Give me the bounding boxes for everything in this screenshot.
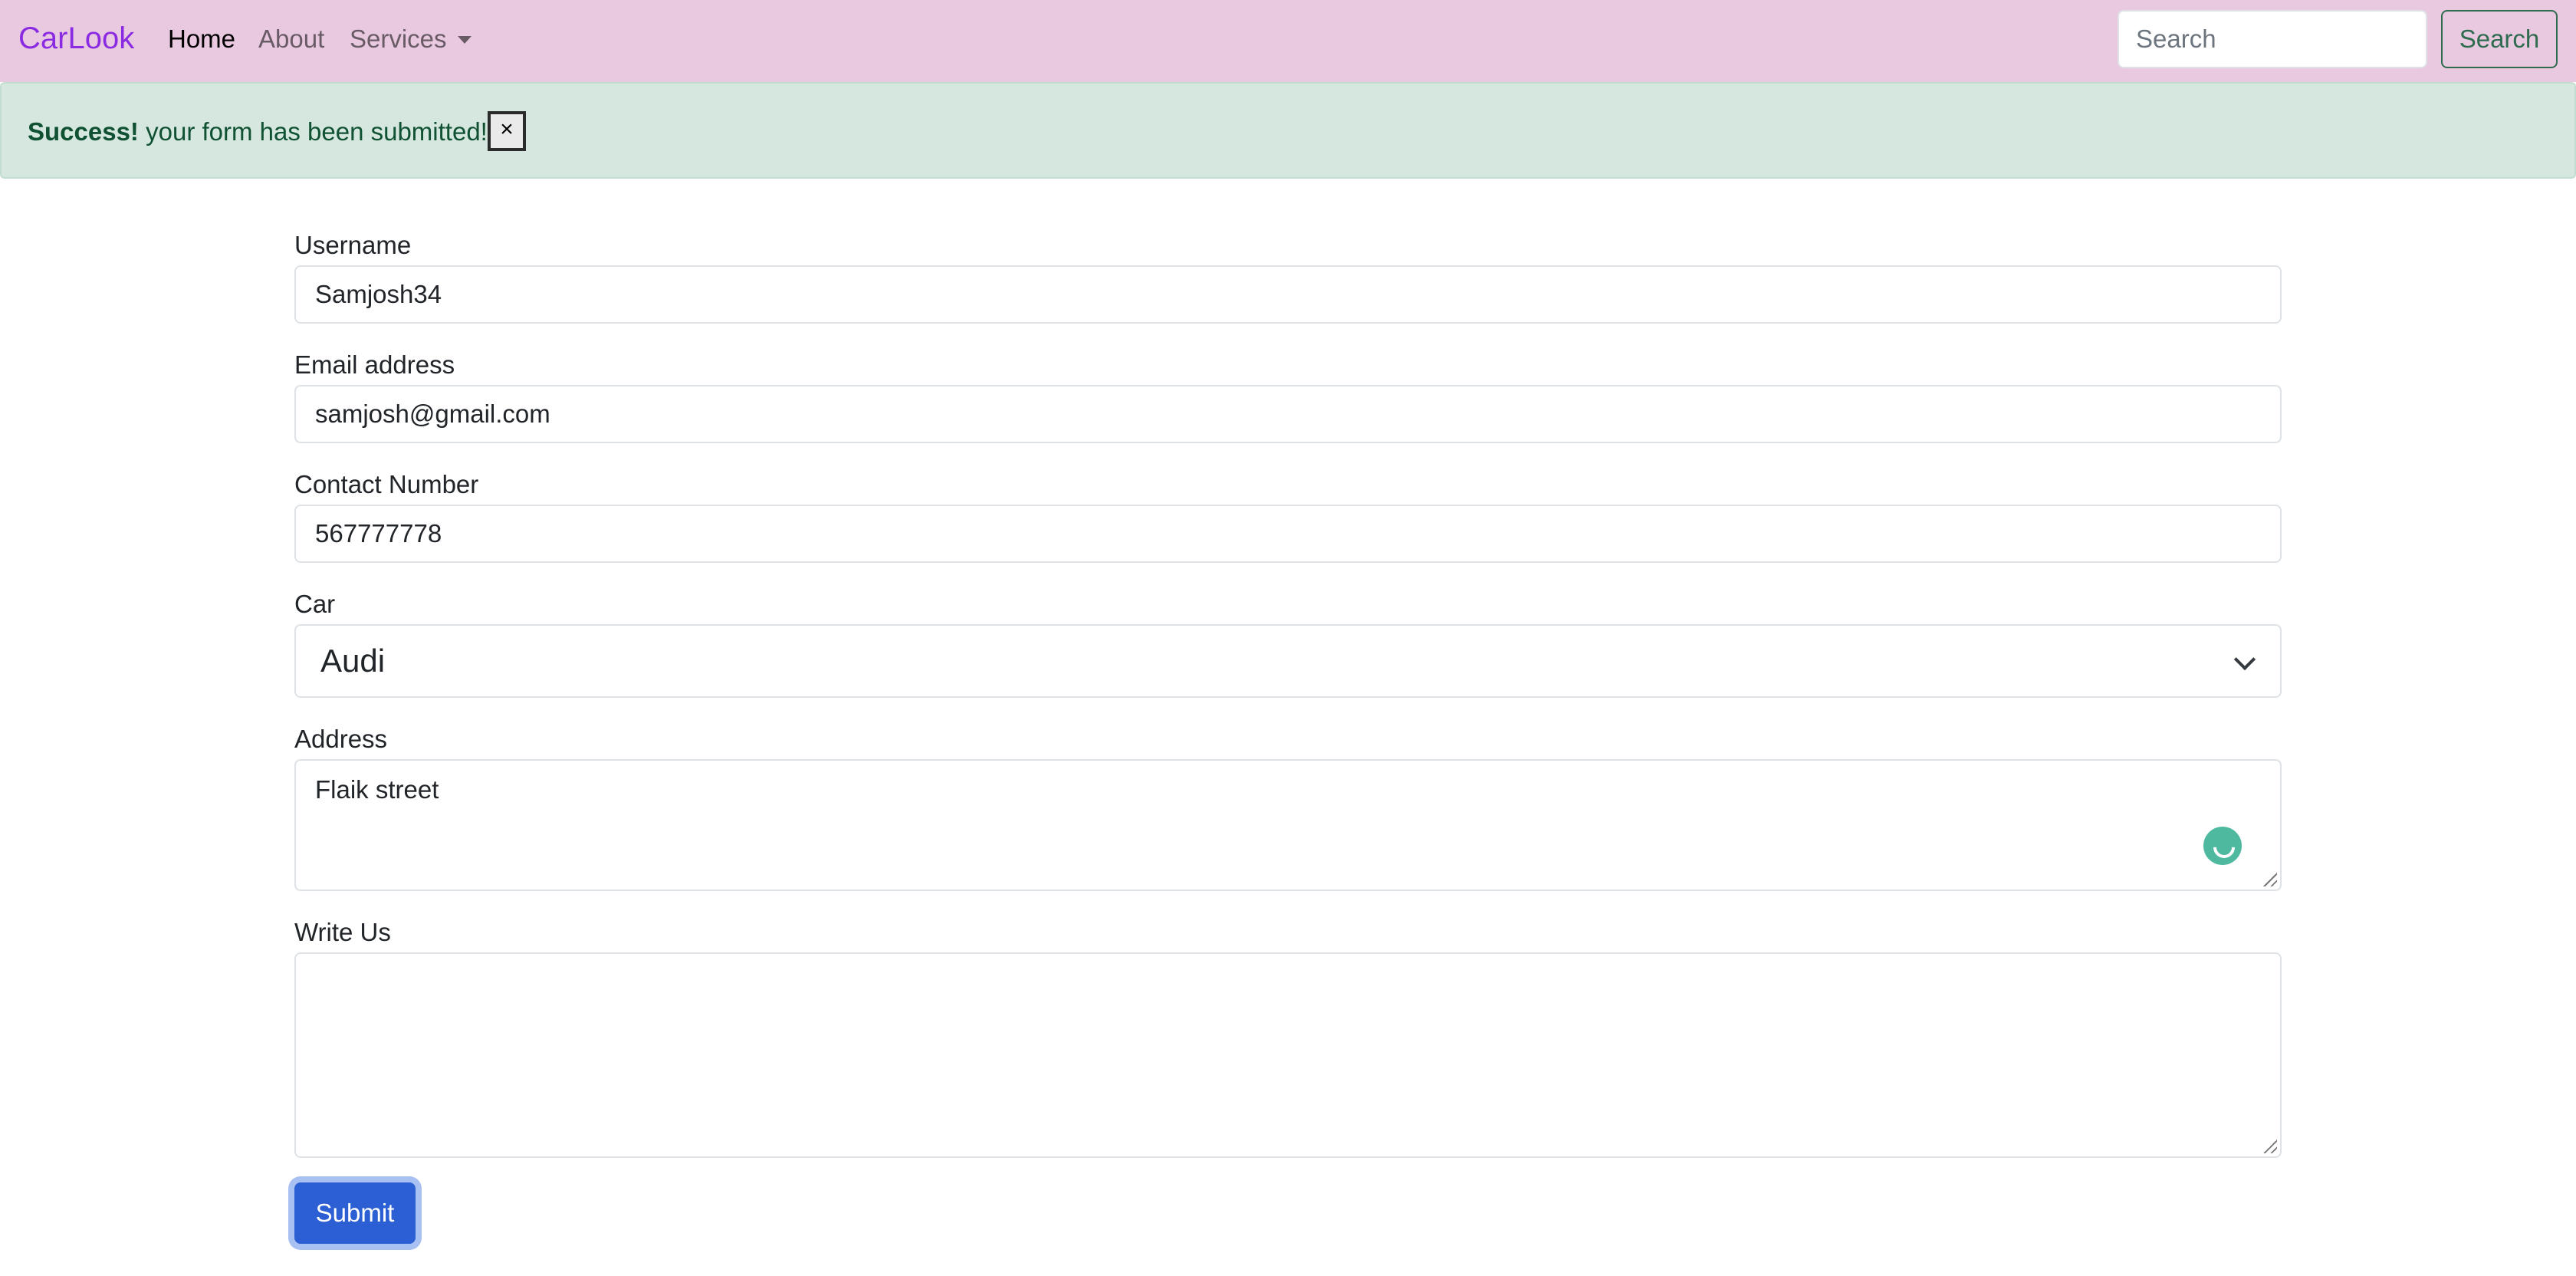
- username-input[interactable]: Samjosh34: [294, 265, 2282, 324]
- alert-close-button[interactable]: ×: [488, 111, 526, 151]
- grammarly-icon[interactable]: [2203, 827, 2242, 865]
- success-alert: Success! your form has been submitted!: [0, 82, 2576, 179]
- write-us-label: Write Us: [294, 918, 391, 946]
- contact-number-label: Contact Number: [294, 470, 479, 498]
- alert-message: your form has been submitted!: [146, 117, 488, 146]
- email-label: Email address: [294, 350, 455, 379]
- address-label: Address: [294, 725, 388, 753]
- nav-services-dropdown[interactable]: Services: [350, 18, 472, 60]
- car-label: Car: [294, 590, 336, 618]
- resize-handle-icon[interactable]: [2262, 871, 2277, 886]
- brand-logo[interactable]: CarLook: [18, 17, 134, 60]
- search-button[interactable]: Search: [2441, 10, 2558, 68]
- search-input[interactable]: [2118, 10, 2427, 68]
- username-label: Username: [294, 231, 412, 259]
- address-value: Flaik street: [315, 775, 439, 804]
- email-input[interactable]: samjosh@gmail.com: [294, 385, 2282, 443]
- submit-button[interactable]: Submit: [294, 1182, 416, 1244]
- alert-strong: Success!: [28, 117, 139, 146]
- alert-text: Success! your form has been submitted!: [28, 117, 488, 147]
- resize-handle-icon[interactable]: [2262, 1138, 2277, 1153]
- write-us-textarea[interactable]: [294, 952, 2282, 1158]
- car-select[interactable]: Audi: [294, 624, 2282, 698]
- car-select-value: Audi: [320, 643, 386, 679]
- address-textarea[interactable]: Flaik street: [294, 759, 2282, 891]
- nav-about[interactable]: About: [258, 18, 324, 60]
- caret-down-icon: [457, 36, 472, 44]
- nav-services-label: Services: [350, 25, 447, 53]
- nav-home[interactable]: Home: [168, 18, 235, 60]
- navbar: CarLook Home About Services Search: [0, 0, 2576, 82]
- contact-number-input[interactable]: 567777778: [294, 505, 2282, 563]
- chevron-down-icon: [2233, 648, 2256, 671]
